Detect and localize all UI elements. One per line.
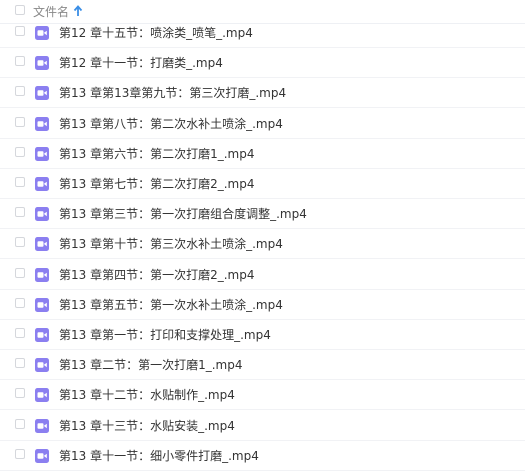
file-name[interactable]: 第13 章十一节：细小零件打磨_.mp4 [59,448,259,464]
video-file-icon [35,116,49,131]
file-name[interactable]: 第12 章十一节：打磨类_.mp4 [59,55,223,71]
file-row[interactable]: 第13 章第八节：第二次水补土喷涂_.mp4 [0,109,525,139]
row-checkbox[interactable] [15,177,25,187]
file-row[interactable]: 第13 章第五节：第一次水补土喷涂_.mp4 [0,290,525,320]
video-file-icon [35,328,49,342]
video-file-icon [35,267,49,282]
file-name[interactable]: 第13 章第八节：第二次水补土喷涂_.mp4 [59,116,283,132]
file-row[interactable]: 第13 章第十节：第三次水补土喷涂_.mp4 [0,229,525,260]
row-checkbox[interactable] [15,418,25,429]
file-row[interactable]: 第13 章十二节：水贴制作_.mp4 [0,380,525,411]
row-checkbox[interactable] [15,116,25,127]
video-file-icon [35,177,49,191]
file-name[interactable]: 第13 章十二节：水贴制作_.mp4 [59,387,235,403]
video-file-icon [35,237,49,252]
file-row[interactable]: 第13 章第六节：第二次打磨1_.mp4 [0,139,525,169]
file-name[interactable]: 第13 章第五节：第一次水补土喷涂_.mp4 [59,297,283,313]
row-checkbox[interactable] [15,448,25,459]
video-file-icon [35,388,49,403]
file-name[interactable]: 第13 章第一节：打印和支撑处理_.mp4 [59,327,271,343]
file-name[interactable]: 第13 章十三节：水贴安装_.mp4 [59,418,235,434]
sort-ascending-arrow-icon[interactable] [73,3,83,19]
row-checkbox[interactable] [15,207,25,218]
file-row[interactable]: 第13 章第一节：打印和支撑处理_.mp4 [0,320,525,350]
file-row[interactable]: 第12 章十一节：打磨类_.mp4 [0,48,525,79]
file-name[interactable]: 第13 章第13章第九节：第三次打磨_.mp4 [59,85,286,101]
row-checkbox[interactable] [15,358,25,369]
file-name[interactable]: 第13 章第七节：第二次打磨2_.mp4 [59,176,254,192]
video-file-icon [35,26,49,40]
video-file-icon [35,358,49,373]
row-checkbox[interactable] [15,237,25,248]
row-checkbox[interactable] [15,26,25,36]
row-checkbox[interactable] [15,388,25,399]
row-checkbox[interactable] [15,328,25,338]
file-name[interactable]: 第13 章第三节：第一次打磨组合度调整_.mp4 [59,206,307,222]
file-name[interactable]: 第13 章第六节：第二次打磨1_.mp4 [59,146,254,162]
video-file-icon [35,146,49,161]
row-checkbox[interactable] [15,56,25,67]
file-name[interactable]: 第13 章第十节：第三次水补土喷涂_.mp4 [59,236,283,252]
video-file-icon [35,86,49,101]
file-name[interactable]: 第13 章第四节：第一次打磨2_.mp4 [59,267,254,283]
file-row[interactable]: 第12 章十五节：喷涂类_喷笔_.mp4 [0,18,525,48]
file-row[interactable]: 第13 章第三节：第一次打磨组合度调整_.mp4 [0,199,525,230]
file-row[interactable]: 第13 章二节：第一次打磨1_.mp4 [0,350,525,381]
select-all-checkbox[interactable] [15,5,25,15]
file-row[interactable]: 第13 章第七节：第二次打磨2_.mp4 [0,169,525,199]
row-checkbox[interactable] [15,297,25,308]
file-name[interactable]: 第13 章二节：第一次打磨1_.mp4 [59,357,242,373]
file-name[interactable]: 第12 章十五节：喷涂类_喷笔_.mp4 [59,25,253,41]
file-row[interactable]: 第13 章十一节：细小零件打磨_.mp4 [0,441,525,471]
file-row[interactable]: 第13 章第四节：第一次打磨2_.mp4 [0,260,525,290]
video-file-icon [35,56,49,71]
video-file-icon [35,448,49,463]
file-row[interactable]: 第13 章第13章第九节：第三次打磨_.mp4 [0,78,525,109]
row-checkbox[interactable] [15,86,25,97]
row-checkbox[interactable] [15,267,25,278]
file-row[interactable]: 第13 章十三节：水贴安装_.mp4 [0,411,525,441]
video-file-icon [35,207,49,222]
video-file-icon [35,297,49,312]
video-file-icon [35,418,49,433]
row-checkbox[interactable] [15,146,25,157]
